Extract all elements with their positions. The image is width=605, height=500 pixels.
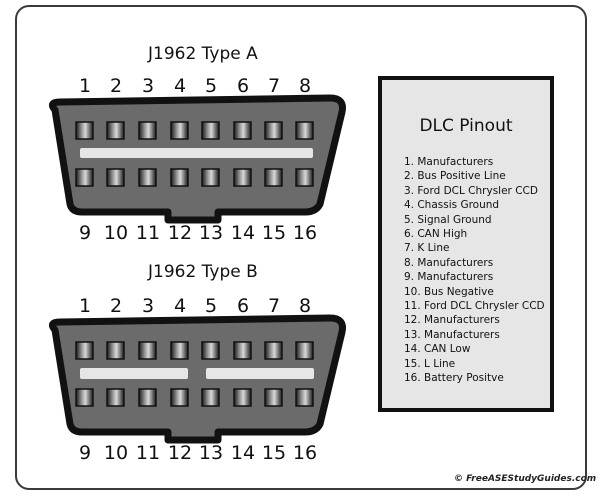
pinout-item: 15. L Line xyxy=(404,357,456,370)
connector-divider xyxy=(80,148,313,158)
bottom-pin xyxy=(233,168,252,187)
top-pin xyxy=(295,121,314,140)
pinout-title: DLC Pinout xyxy=(419,116,513,136)
pinout-item: 1. Manufacturers xyxy=(404,156,494,168)
bottom-pin xyxy=(75,388,94,407)
top-pin xyxy=(201,121,220,140)
bottom-pin xyxy=(170,388,189,407)
pinout-item: 8. Manufacturers xyxy=(404,256,494,269)
top-pin xyxy=(264,341,283,360)
bottom-pin xyxy=(295,168,314,187)
top-pin xyxy=(75,341,94,360)
top-pin xyxy=(106,121,125,140)
top-pin xyxy=(295,341,314,360)
pinout-item: 10. Bus Negative xyxy=(404,285,494,298)
pinout-item: 11. Ford DCL Chrysler CCD xyxy=(404,300,545,313)
connector-body xyxy=(48,94,346,224)
pinout-item: 5. Signal Ground xyxy=(404,213,492,226)
pinout-item: 7. K Line xyxy=(404,242,450,255)
top-pin xyxy=(75,121,94,140)
top-pin xyxy=(138,121,157,140)
bottom-pin xyxy=(264,388,283,407)
pinout-panel: DLC Pinout 1. Manufacturers 2. Bus Positi… xyxy=(378,76,554,412)
pinout-item: 16. Battery Positve xyxy=(404,372,504,385)
top-pin xyxy=(106,341,125,360)
top-pin xyxy=(170,341,189,360)
bottom-pin xyxy=(75,168,94,187)
top-pin xyxy=(201,341,220,360)
bottom-pin xyxy=(106,168,125,187)
bottom-pin xyxy=(201,168,220,187)
bottom-pin xyxy=(106,388,125,407)
copyright-text: © FreeASEStudyGuides.com xyxy=(454,474,597,484)
bottom-pin xyxy=(264,168,283,187)
bottom-pin xyxy=(233,388,252,407)
pinout-item: 9. Manufacturers xyxy=(404,271,494,284)
pinout-list: 1. Manufacturers 2. Bus Positive Line 3. F… xyxy=(404,155,545,386)
connector-b xyxy=(48,314,346,444)
connector-divider-left xyxy=(80,368,188,379)
top-pin xyxy=(233,121,252,140)
top-pin xyxy=(138,341,157,360)
pinout-item: 4. Chassis Ground xyxy=(404,199,500,212)
pinout-item: 3. Ford DCL Chrysler CCD xyxy=(404,184,538,197)
top-pin xyxy=(264,121,283,140)
bottom-pin xyxy=(201,388,220,407)
pinout-item: 14. CAN Low xyxy=(404,343,471,356)
bottom-pin xyxy=(170,168,189,187)
pinout-item: 6. CAN High xyxy=(404,228,468,241)
bottom-pin xyxy=(295,388,314,407)
connector-divider-right xyxy=(206,368,314,379)
top-pin xyxy=(233,341,252,360)
pinout-item: 13. Manufacturers xyxy=(404,328,500,341)
top-pin xyxy=(170,121,189,140)
bottom-pin xyxy=(138,168,157,187)
pinout-item: 2. Bus Positive Line xyxy=(404,170,506,183)
bottom-pin xyxy=(138,388,157,407)
connector-a xyxy=(48,94,346,224)
pinout-item: 12. Manufacturers xyxy=(404,314,500,327)
